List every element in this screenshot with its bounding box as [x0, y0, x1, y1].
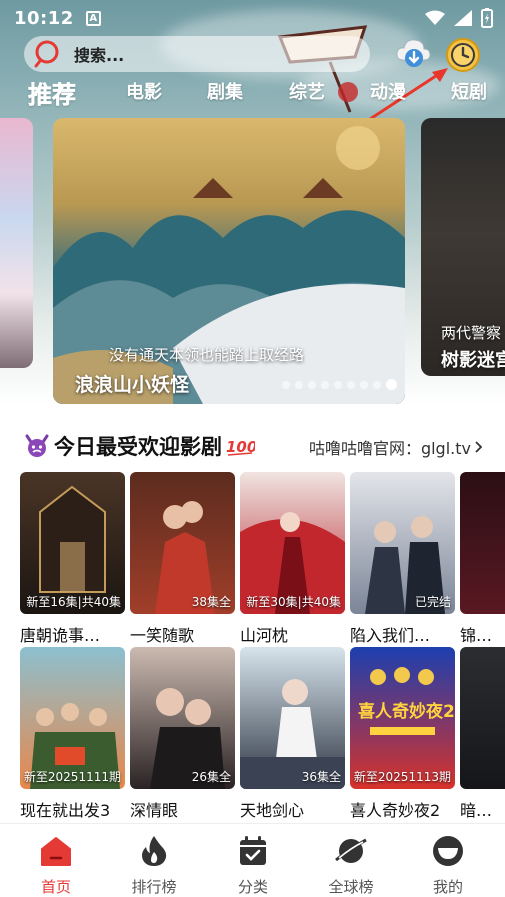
banner-subtitle: 没有通天本领也能踏上取经路: [109, 346, 305, 364]
tab-short-drama[interactable]: 短剧: [451, 78, 487, 104]
tab-movies[interactable]: 电影: [126, 78, 162, 104]
nav-home[interactable]: 首页: [21, 834, 91, 897]
nav-profile[interactable]: 我的: [413, 834, 483, 897]
media-card[interactable]: 已完结 陷入我们…: [350, 472, 455, 646]
media-card[interactable]: 26集全 深情眼: [130, 647, 235, 821]
card-title: 天地剑心: [240, 801, 305, 820]
carousel-dot: [373, 380, 381, 389]
official-site-link[interactable]: 咕噜咕噜官网：glgl.tv: [309, 435, 483, 459]
banner-next-slide[interactable]: 两代警察 树影迷宫: [421, 118, 505, 376]
poster-image: 36集全: [240, 647, 345, 789]
episode-badge: 新至20251113期: [353, 770, 451, 784]
search-icon: [34, 40, 59, 68]
episode-badge: 已完结: [414, 595, 451, 609]
poster-image: 新至30集|共40集: [240, 472, 345, 614]
banner-prev-slide[interactable]: [0, 118, 33, 368]
episode-badge: 新至20251111期: [23, 770, 121, 784]
carousel-dot: [334, 380, 342, 389]
nav-ranking[interactable]: 排行榜: [119, 834, 189, 897]
media-card[interactable]: 新至30集|共40集 山河枕: [240, 472, 345, 646]
banner-next-title: 树影迷宫: [441, 350, 505, 371]
media-card[interactable]: 喜人奇妙夜2 新至20251113期 喜人奇妙夜2: [350, 647, 455, 821]
status-bar: 10:12 A: [0, 0, 505, 36]
media-card[interactable]: 36集全 天地剑心: [240, 647, 345, 821]
media-card[interactable]: 新至16集|共40集 唐朝诡事…: [20, 472, 125, 646]
calendar-check-icon: [240, 836, 266, 865]
popular-section-header: 今日最受欢迎影剧 100 咕噜咕噜官网：glgl.tv: [0, 425, 505, 465]
nav-global-label: 全球榜: [328, 878, 374, 896]
card-title: 锦…: [460, 626, 493, 645]
card-title: 深情眼: [130, 801, 179, 820]
carousel-dot: [295, 380, 303, 389]
card-title: 暗…: [460, 801, 493, 820]
nav-category[interactable]: 分类: [218, 834, 288, 897]
media-card[interactable]: 锦…: [460, 472, 505, 646]
section-title: 今日最受欢迎影剧 100: [24, 431, 255, 461]
media-card[interactable]: 新至20251111期 现在就出发3: [20, 647, 125, 821]
nav-global-ranking[interactable]: 全球榜: [316, 834, 386, 897]
carousel-dot: [347, 380, 355, 389]
card-title: 山河枕: [240, 626, 289, 645]
poster-image: [460, 472, 505, 614]
banner-title: 浪浪山小妖怪: [75, 374, 190, 396]
banner-main-slide[interactable]: 没有通天本领也能踏上取经路 浪浪山小妖怪: [53, 118, 405, 404]
section-title-text: 今日最受欢迎影剧: [54, 435, 222, 459]
poster-image: [460, 647, 505, 789]
tab-anime[interactable]: 动漫: [370, 78, 406, 104]
planet-icon: [335, 838, 367, 863]
category-tabs: 推荐 电影 剧集 综艺 动漫 短剧: [0, 78, 505, 110]
status-time: 10:12: [14, 7, 74, 29]
card-title: 现在就出发3: [20, 801, 111, 820]
carousel-dot-active: [386, 379, 397, 390]
carousel-dot: [321, 380, 329, 389]
card-title: 一笑随歌: [130, 626, 195, 645]
poster-image: 26集全: [130, 647, 235, 789]
svg-text:喜人奇妙夜2: 喜人奇妙夜2: [358, 701, 455, 722]
tab-series[interactable]: 剧集: [207, 78, 243, 104]
devil-face-icon: [25, 434, 49, 457]
battery-icon: [481, 8, 493, 28]
wifi-icon: [425, 10, 445, 25]
official-site-text: 咕噜咕噜官网：glgl.tv: [308, 439, 471, 458]
nav-ranking-label: 排行榜: [131, 878, 177, 896]
carousel-dot: [360, 380, 368, 389]
flame-icon: [142, 836, 167, 866]
poster-image: 新至16集|共40集: [20, 472, 125, 614]
carousel-dot: [282, 380, 290, 389]
episode-badge: 38集全: [191, 595, 231, 609]
banner-next-subtitle: 两代警察: [441, 324, 502, 342]
poster-image: 已完结: [350, 472, 455, 614]
carousel-indicator: [282, 379, 397, 390]
episode-badge: 新至30集|共40集: [246, 595, 341, 609]
poster-image: 喜人奇妙夜2 新至20251113期: [350, 647, 455, 789]
media-card[interactable]: 38集全 一笑随歌: [130, 472, 235, 646]
card-title: 陷入我们…: [350, 626, 431, 645]
nav-home-label: 首页: [40, 878, 71, 896]
hundred-points-icon: 100: [226, 438, 255, 456]
card-title: 喜人奇妙夜2: [350, 801, 441, 820]
tab-recommend[interactable]: 推荐: [28, 75, 77, 110]
poster-image: 新至20251111期: [20, 647, 125, 789]
nav-profile-label: 我的: [432, 878, 463, 896]
bottom-navigation: 首页 排行榜 分类 全球榜 我的: [0, 823, 505, 897]
chevron-right-icon: [475, 441, 483, 453]
carousel-dot: [308, 380, 316, 389]
tab-variety[interactable]: 综艺: [289, 78, 325, 104]
signal-icon: [454, 10, 472, 26]
episode-badge: 36集全: [301, 770, 341, 784]
search-placeholder: 搜索...: [74, 46, 125, 65]
notification-a-icon: A: [85, 10, 101, 26]
poster-image: 38集全: [130, 472, 235, 614]
media-card[interactable]: 暗…: [460, 647, 505, 821]
episode-badge: 26集全: [191, 770, 231, 784]
nav-category-label: 分类: [237, 878, 268, 896]
profile-icon: [433, 836, 463, 866]
card-title: 唐朝诡事…: [20, 626, 101, 645]
home-icon: [41, 837, 71, 866]
episode-badge: 新至16集|共40集: [26, 595, 121, 609]
